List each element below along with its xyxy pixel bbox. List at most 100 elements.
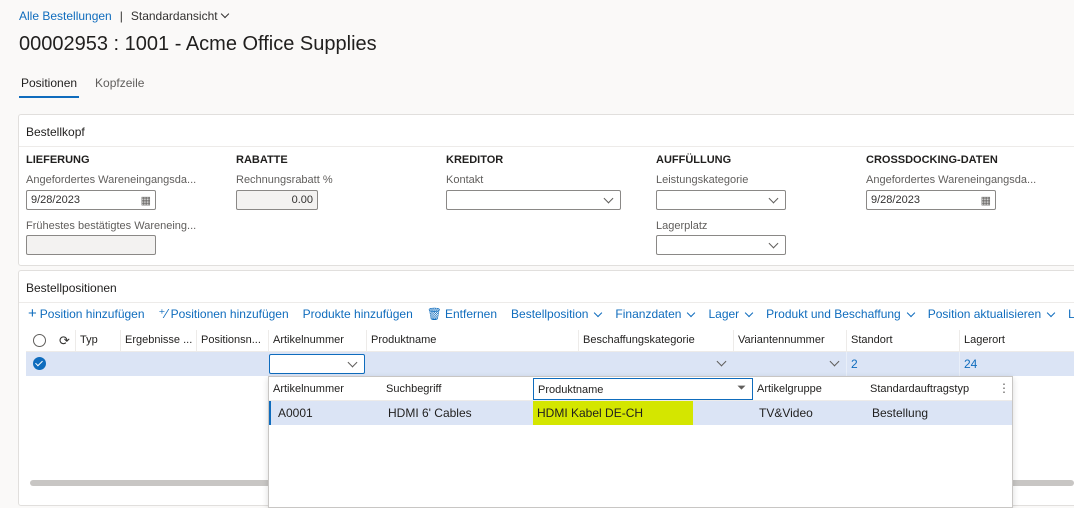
requested-receipt-date-field[interactable]: 9/28/2023 ▦ [26,190,156,210]
divider [19,302,1074,303]
column-header-procurement-category[interactable]: Beschaffungskategorie [578,330,733,352]
tab-positionen[interactable]: Positionen [19,76,80,98]
plus-icon: + [28,305,37,322]
financials-label: Finanzdaten [615,307,682,321]
add-products-label: Produkte hinzufügen [302,307,413,321]
purchase-line-menu[interactable]: Bestellposition [511,307,603,321]
divider [19,146,1074,147]
add-line-label: Position hinzufügen [39,307,145,321]
more-label: La [1068,307,1074,321]
lookup-column-search-name[interactable]: Suchbegriff [382,377,533,401]
breadcrumb: Alle Bestellungen | Standardansicht [19,9,229,23]
column-header-warehouse[interactable]: Lagerort [959,330,1074,352]
add-lines-button[interactable]: ⁺⁄ Positionen hinzufügen [159,307,289,321]
lookup-cell-item-group: TV&Video [759,406,813,420]
chevron-down-icon [603,193,614,204]
more-options-icon[interactable]: ⋮ [998,381,1010,395]
service-category-label: Leistungskategorie [656,174,749,186]
confirmed-receipt-date-field [26,235,156,255]
inventory-label: Lager [708,307,740,321]
invoice-discount-value: 0.00 [291,194,313,206]
lookup-column-item-group[interactable]: Artikelgruppe [753,377,866,401]
breadcrumb-separator: | [119,9,123,23]
filter-icon[interactable]: ⏷ [737,382,746,395]
chevron-down-icon [594,308,603,317]
row-select-checkbox[interactable] [33,357,46,370]
product-procurement-menu[interactable]: Produkt und Beschaffung [766,307,915,321]
lookup-column-product-name[interactable]: Produktname ⏷ [533,378,753,400]
lines-toolbar: + Position hinzufügen ⁺⁄ Positionen hinzuf… [28,305,1074,322]
crossdocking-date-value: 9/28/2023 [871,194,920,206]
lookup-cell-product-name: HDMI Kabel DE-CH [533,401,693,425]
column-header-site[interactable]: Standort [846,330,959,352]
column-header-line-number[interactable]: Positionsn... [196,330,268,352]
page-title: 00002953 : 1001 - Acme Office Supplies [19,33,377,55]
site-cell[interactable]: 2 [846,352,959,376]
refresh-icon[interactable]: ⟳ [59,333,70,349]
group-title-vendor: KREDITOR [446,154,504,166]
chevron-down-icon [1046,308,1056,317]
lookup-cell-search-name: HDMI 6' Cables [388,406,472,420]
service-category-select[interactable] [656,190,786,210]
remove-label: Entfernen [444,307,498,321]
warehouse-location-select[interactable] [656,235,786,255]
requested-receipt-date-value: 9/28/2023 [31,194,80,206]
chevron-down-icon [744,308,754,317]
calendar-icon[interactable]: ▦ [981,194,991,207]
add-line-button[interactable]: + Position hinzufügen [28,305,145,322]
chevron-down-icon[interactable] [829,356,840,367]
table-row[interactable]: 2 24 [26,352,1074,376]
column-header-results[interactable]: Ergebnisse ... [120,330,196,352]
tab-bar: Positionen Kopfzeile [19,76,146,98]
group-title-discounts: RABATTE [236,154,288,166]
group-title-crossdocking: CROSSDOCKING-DATEN [866,154,998,166]
chevron-down-icon [220,9,229,19]
financials-menu[interactable]: Finanzdaten [615,307,696,321]
inventory-menu[interactable]: Lager [708,307,754,321]
crossdocking-date-label: Angefordertes Wareneingangsda... [866,174,1037,186]
chevron-down-icon[interactable] [347,357,358,368]
warehouse-cell[interactable]: 24 [959,352,1074,376]
group-title-delivery: LIEFERUNG [26,154,90,166]
order-header-card: Bestellkopf LIEFERUNG Angefordertes Ware… [18,114,1074,266]
column-header-product-name[interactable]: Produktname [366,330,578,352]
add-lines-icon: ⁺⁄ [158,306,168,321]
more-menu[interactable]: La [1068,307,1074,321]
add-lines-label: Positionen hinzufügen [170,307,289,321]
select-all-checkbox[interactable] [33,334,46,347]
lookup-row[interactable]: A0001 HDMI 6' Cables HDMI Kabel DE-CH TV… [269,401,1012,425]
chevron-down-icon[interactable] [716,356,727,367]
order-header-title[interactable]: Bestellkopf [26,125,85,139]
item-number-input[interactable] [269,354,365,374]
update-line-label: Position aktualisieren [927,307,1042,321]
chevron-down-icon [906,308,915,317]
product-procurement-label: Produkt und Beschaffung [766,307,901,321]
contact-select[interactable] [446,190,621,210]
lookup-header: Artikelnummer Suchbegriff Produktname ⏷ … [269,377,1012,401]
view-selector-label: Standardansicht [130,9,218,23]
add-products-button[interactable]: Produkte hinzufügen [303,307,413,321]
grid-header: ⟳ Typ Ergebnisse ... Positionsn... Artik… [26,330,1074,352]
tab-kopfzeile[interactable]: Kopfzeile [93,76,146,98]
column-header-item-number[interactable]: Artikelnummer [268,330,366,352]
breadcrumb-all-orders[interactable]: Alle Bestellungen [19,9,112,23]
calendar-icon[interactable]: ▦ [141,194,151,207]
remove-button[interactable]: 🗑 Entfernen [427,307,497,321]
crossdocking-date-field[interactable]: 9/28/2023 ▦ [866,190,996,210]
group-title-replenishment: AUFFÜLLUNG [656,154,732,166]
confirmed-receipt-date-label: Frühestes bestätigtes Wareneing... [26,220,197,232]
invoice-discount-field: 0.00 [236,190,318,210]
trash-icon: 🗑 [426,307,442,321]
lookup-column-item-number[interactable]: Artikelnummer [269,377,382,401]
lookup-cell-default-order-type: Bestellung [872,406,929,420]
lookup-column-default-order-type[interactable]: Standardauftragstyp [866,377,996,401]
order-lines-title[interactable]: Bestellpositionen [26,281,117,295]
column-header-variant-number[interactable]: Variantennummer [733,330,846,352]
requested-receipt-date-label: Angefordertes Wareneingangsda... [26,174,197,186]
chevron-down-icon [768,193,779,204]
view-selector[interactable]: Standardansicht [130,9,229,23]
item-lookup-dropdown: Artikelnummer Suchbegriff Produktname ⏷ … [268,376,1013,508]
update-line-menu[interactable]: Position aktualisieren [927,307,1056,321]
lookup-column-product-name-label: Produktname [538,384,604,396]
column-header-typ[interactable]: Typ [75,330,120,352]
